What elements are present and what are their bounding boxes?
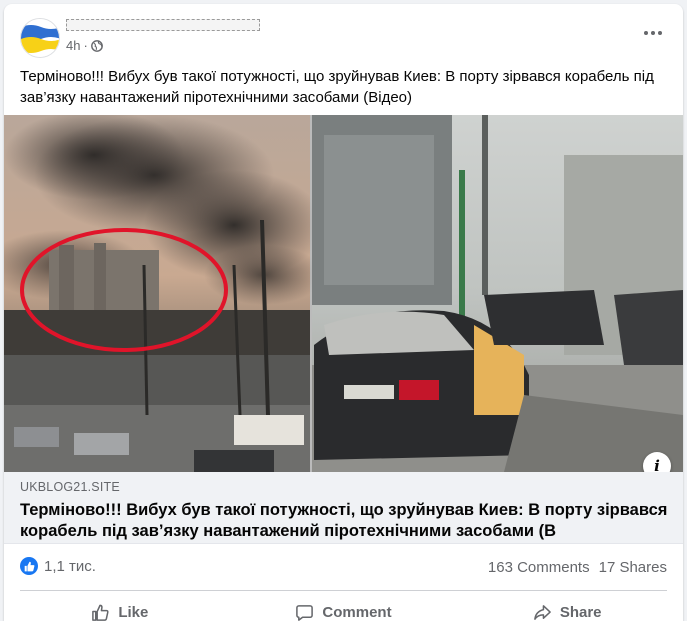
comment-label: Comment [322, 603, 392, 621]
ukraine-flag-icon [21, 19, 59, 57]
action-bar: Like Comment Share [8, 594, 679, 621]
post-card: 4h · Терміново!!! Вибух був такої потужн… [4, 4, 683, 621]
engagement-counts: 163 Comments 17 Shares [488, 559, 667, 576]
link-domain: UKBLOG21.SITE [20, 480, 120, 494]
more-options-icon[interactable] [639, 22, 667, 44]
shares-count[interactable]: 17 Shares [599, 559, 667, 576]
share-label: Share [559, 603, 602, 621]
share-button[interactable]: Share [455, 594, 679, 621]
like-button[interactable]: Like [8, 594, 232, 621]
meta-separator: · [83, 38, 88, 53]
like-reaction-icon [20, 557, 38, 575]
post-meta: 4h · [66, 38, 103, 53]
comment-icon [295, 603, 314, 621]
share-icon [533, 603, 552, 621]
post-text: Терміново!!! Вибух був такої потужності,… [20, 68, 654, 106]
link-title[interactable]: Терміново!!! Вибух був такої потужності,… [20, 500, 670, 544]
like-label: Like [118, 603, 149, 621]
link-preview-image[interactable] [4, 115, 683, 472]
reactions-count[interactable]: 1,1 тис. [44, 558, 96, 575]
author-name-redacted[interactable] [66, 19, 260, 31]
author-avatar[interactable] [20, 18, 60, 58]
post-time[interactable]: 4h [66, 38, 80, 53]
thumbs-up-icon [91, 603, 110, 621]
globe-icon[interactable] [90, 39, 103, 52]
actions-divider [20, 590, 667, 591]
reactions-summary[interactable]: 1,1 тис. [20, 557, 96, 575]
comment-button[interactable]: Comment [232, 594, 456, 621]
link-preview[interactable]: UKBLOG21.SITE Терміново!!! Вибух був так… [4, 472, 683, 544]
comments-count[interactable]: 163 Comments [488, 559, 590, 576]
